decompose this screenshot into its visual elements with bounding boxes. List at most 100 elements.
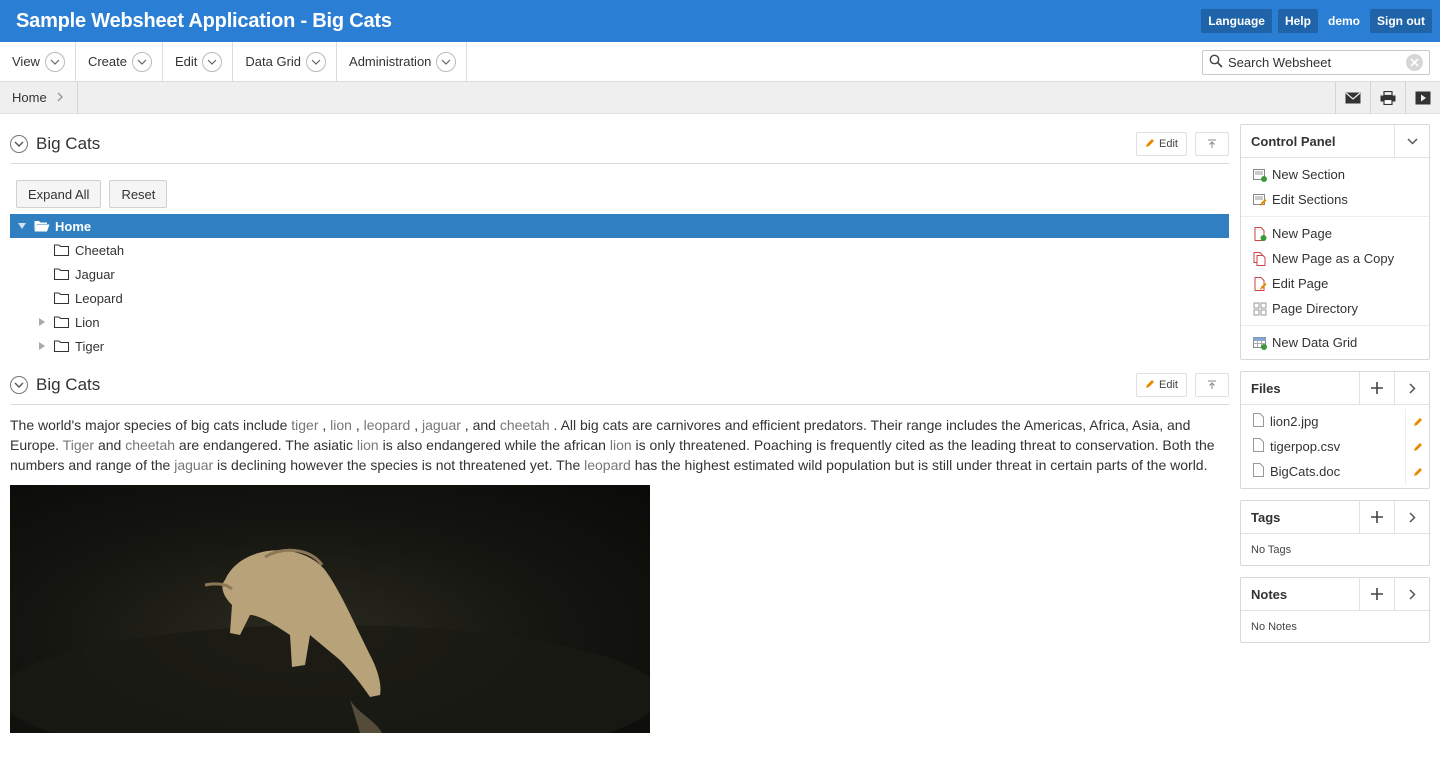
chevron-down-icon[interactable] xyxy=(306,51,327,72)
chevron-down-icon[interactable] xyxy=(202,51,223,72)
pencil-icon[interactable] xyxy=(1405,409,1429,434)
expand-all-button[interactable]: Expand All xyxy=(16,180,102,208)
link-cheetah[interactable]: cheetah xyxy=(500,417,550,433)
print-icon[interactable] xyxy=(1370,82,1405,114)
control-panel: Control Panel New Section Edit Sections … xyxy=(1240,124,1430,360)
files-panel: Files lion2.jpg tigerpop.csv BigCats.doc xyxy=(1240,371,1430,489)
back-to-top-button[interactable] xyxy=(1195,132,1229,156)
page-directory-link[interactable]: Page Directory xyxy=(1241,296,1429,321)
chevron-down-icon[interactable] xyxy=(44,51,65,72)
tree-node-lion[interactable]: Lion xyxy=(10,310,1229,334)
link-cheetah[interactable]: cheetah xyxy=(125,437,175,453)
text: has the highest estimated wild populatio… xyxy=(630,457,1208,473)
link-tiger[interactable]: Tiger xyxy=(63,437,94,453)
collapse-icon[interactable] xyxy=(10,375,28,394)
link-label: Edit Page xyxy=(1272,276,1329,291)
collapse-icon[interactable] xyxy=(10,134,28,153)
menu-administration[interactable]: Administration xyxy=(337,41,468,82)
pencil-icon[interactable] xyxy=(1405,459,1429,484)
link-jaguar[interactable]: jaguar xyxy=(422,417,461,433)
page-directory-icon xyxy=(1253,302,1267,316)
link-leopard[interactable]: leopard xyxy=(364,417,411,433)
new-section-link[interactable]: New Section xyxy=(1241,162,1429,187)
file-icon xyxy=(1253,438,1264,455)
section-edit-button[interactable]: Edit xyxy=(1136,373,1187,397)
tree-node-cheetah[interactable]: Cheetah xyxy=(10,238,1229,262)
menu-create[interactable]: Create xyxy=(76,41,163,82)
panel-title: Files xyxy=(1251,380,1281,396)
link-jaguar[interactable]: jaguar xyxy=(174,457,213,473)
file-name[interactable]: tigerpop.csv xyxy=(1270,439,1340,454)
text: are endangered. The asiatic xyxy=(175,437,357,453)
triangle-right-icon[interactable] xyxy=(36,342,48,350)
help-button[interactable]: Help xyxy=(1277,9,1318,33)
presentation-play-icon[interactable] xyxy=(1405,82,1440,114)
tree-node-leopard[interactable]: Leopard xyxy=(10,286,1229,310)
app-header: Sample Websheet Application - Big Cats L… xyxy=(0,0,1440,42)
plus-icon[interactable] xyxy=(1359,577,1394,611)
pencil-icon[interactable] xyxy=(1405,434,1429,459)
email-icon[interactable] xyxy=(1335,82,1370,114)
tags-panel: Tags No Tags xyxy=(1240,500,1430,566)
file-item[interactable]: lion2.jpg xyxy=(1241,409,1429,434)
panel-title: Control Panel xyxy=(1251,133,1336,149)
section-edit-button[interactable]: Edit xyxy=(1136,132,1187,156)
file-item[interactable]: BigCats.doc xyxy=(1241,459,1429,484)
link-label: New Data Grid xyxy=(1272,335,1358,350)
back-to-top-button[interactable] xyxy=(1195,373,1229,397)
search-input[interactable]: Search Websheet xyxy=(1202,50,1430,75)
breadcrumb-home[interactable]: Home xyxy=(0,81,78,114)
menu-label: Data Grid xyxy=(245,54,302,69)
panel-title: Notes xyxy=(1251,586,1288,602)
panel-header: Tags xyxy=(1241,500,1429,534)
menu-view[interactable]: View xyxy=(0,41,76,82)
link-lion[interactable]: lion xyxy=(610,437,632,453)
empty-state: No Tags xyxy=(1251,544,1292,556)
text: The world's major species of big cats in… xyxy=(10,417,292,433)
edit-sections-icon xyxy=(1253,193,1267,207)
new-data-grid-link[interactable]: New Data Grid xyxy=(1241,330,1429,355)
breadcrumb: Home xyxy=(0,81,1440,114)
panel-group-sections: New Section Edit Sections xyxy=(1241,158,1429,217)
chevron-right-icon[interactable] xyxy=(1394,371,1429,405)
triangle-right-icon[interactable] xyxy=(36,318,48,326)
new-page-copy-link[interactable]: New Page as a Copy xyxy=(1241,246,1429,271)
chevron-right-icon xyxy=(57,90,63,105)
new-page-link[interactable]: New Page xyxy=(1241,221,1429,246)
link-leopard[interactable]: leopard xyxy=(584,457,631,473)
copy-page-icon xyxy=(1253,251,1267,266)
clear-search-icon[interactable] xyxy=(1406,54,1423,71)
link-lion[interactable]: lion xyxy=(357,437,379,453)
file-item[interactable]: tigerpop.csv xyxy=(1241,434,1429,459)
pencil-icon xyxy=(1145,138,1155,151)
edit-page-link[interactable]: Edit Page xyxy=(1241,271,1429,296)
tree-node-jaguar[interactable]: Jaguar xyxy=(10,262,1229,286)
triangle-down-icon[interactable] xyxy=(16,223,28,229)
chevron-right-icon[interactable] xyxy=(1394,500,1429,534)
tree-node-home[interactable]: Home xyxy=(10,214,1229,238)
tree-node-label: Home xyxy=(55,218,92,234)
notes-panel: Notes No Notes xyxy=(1240,577,1430,643)
plus-icon[interactable] xyxy=(1359,500,1394,534)
edit-sections-link[interactable]: Edit Sections xyxy=(1241,187,1429,212)
file-name[interactable]: lion2.jpg xyxy=(1270,414,1318,429)
chevron-down-icon[interactable] xyxy=(436,51,457,72)
file-name[interactable]: BigCats.doc xyxy=(1270,464,1340,479)
section-header: Big Cats Edit xyxy=(10,124,1229,164)
link-lion[interactable]: lion xyxy=(330,417,352,433)
link-tiger[interactable]: tiger xyxy=(291,417,318,433)
search-placeholder[interactable]: Search Websheet xyxy=(1228,55,1401,70)
plus-icon[interactable] xyxy=(1359,371,1394,405)
tree-node-tiger[interactable]: Tiger xyxy=(10,334,1229,358)
menu-data-grid[interactable]: Data Grid xyxy=(233,41,338,82)
tree-node-label: Tiger xyxy=(75,338,105,354)
reset-button[interactable]: Reset xyxy=(109,180,168,208)
menu-edit[interactable]: Edit xyxy=(163,41,234,82)
sign-out-button[interactable]: Sign out xyxy=(1370,9,1432,33)
chevron-down-icon[interactable] xyxy=(131,51,152,72)
chevron-down-icon[interactable] xyxy=(1394,124,1429,158)
language-button[interactable]: Language xyxy=(1201,9,1272,33)
chevron-right-icon[interactable] xyxy=(1394,577,1429,611)
new-data-grid-icon xyxy=(1253,336,1267,350)
panel-header: Control Panel xyxy=(1241,124,1429,158)
